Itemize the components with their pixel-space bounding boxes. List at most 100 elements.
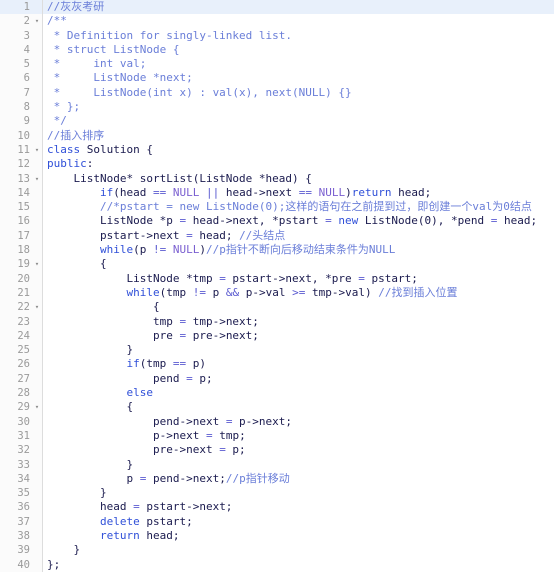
code-text[interactable]: else: [43, 386, 554, 400]
code-line[interactable]: 27 pend = p;: [0, 371, 554, 387]
code-text[interactable]: if(head == NULL || head->next == NULL)re…: [43, 186, 554, 200]
fold-toggle-icon[interactable]: ▾: [33, 14, 41, 28]
code-text[interactable]: ListNode *p = head->next, *pstart = new …: [43, 214, 554, 228]
code-text[interactable]: while(tmp != p && p->val >= tmp->val) //…: [43, 286, 554, 300]
code-text[interactable]: pstart->next = head; //头结点: [43, 229, 554, 243]
line-number: 36: [17, 501, 30, 514]
code-line[interactable]: 34 p = pend->next;//p指针移动: [0, 471, 554, 487]
code-line[interactable]: 28 else: [0, 386, 554, 401]
code-text[interactable]: * };: [43, 100, 554, 114]
code-line[interactable]: 22 ▾ {: [0, 300, 554, 315]
code-line[interactable]: 6 * ListNode *next;: [0, 71, 554, 86]
code-line[interactable]: 20 ListNode *tmp = pstart->next, *pre = …: [0, 271, 554, 286]
code-line[interactable]: 36 head = pstart->next;: [0, 500, 554, 515]
code-line[interactable]: 39 }: [0, 543, 554, 558]
line-number: 10: [17, 129, 30, 142]
token: * int val;: [47, 57, 147, 71]
code-line[interactable]: 2 ▾ /**: [0, 14, 554, 29]
code-text[interactable]: //插入排序: [43, 129, 554, 143]
code-text[interactable]: */: [43, 114, 554, 128]
code-text[interactable]: }: [43, 486, 554, 500]
code-text[interactable]: ListNode* sortList(ListNode *head) {: [43, 172, 554, 186]
code-line[interactable]: 14 if(head == NULL || head->next == NULL…: [0, 185, 554, 201]
code-text[interactable]: pend = p;: [43, 372, 554, 386]
code-text[interactable]: }: [43, 543, 554, 557]
code-line[interactable]: 13 ▾ ListNode* sortList(ListNode *head) {: [0, 171, 554, 186]
token: };: [47, 557, 61, 571]
fold-toggle-icon[interactable]: ▾: [33, 257, 41, 271]
code-line[interactable]: 9 */: [0, 114, 554, 129]
code-text[interactable]: pre->next = p;: [43, 443, 554, 457]
code-text[interactable]: * ListNode(int x) : val(x), next(NULL) {…: [43, 86, 554, 100]
code-text[interactable]: {: [43, 300, 554, 314]
code-text[interactable]: {: [43, 400, 554, 414]
code-line[interactable]: 21 while(tmp != p && p->val >= tmp->val)…: [0, 285, 554, 301]
fold-toggle-icon[interactable]: ▾: [33, 400, 41, 414]
fold-toggle-icon[interactable]: ▾: [33, 143, 41, 157]
code-line[interactable]: 25 }: [0, 343, 554, 358]
code-line[interactable]: 10 //插入排序: [0, 128, 554, 143]
code-text[interactable]: };: [43, 558, 554, 572]
line-number: 38: [17, 529, 30, 542]
code-text[interactable]: * struct ListNode {: [43, 43, 554, 57]
code-text[interactable]: p->next = tmp;: [43, 429, 554, 443]
code-line[interactable]: 37 delete pstart;: [0, 514, 554, 529]
code-text[interactable]: }: [43, 458, 554, 472]
code-line[interactable]: 17 pstart->next = head; //头结点: [0, 228, 554, 244]
code-line[interactable]: 3 * Definition for singly-linked list.: [0, 28, 554, 43]
code-text[interactable]: //*pstart = new ListNode(0);这样的语句在之前提到过，…: [43, 200, 554, 214]
code-editor[interactable]: 1 //灰灰考研 2 ▾/** 3 * Definition for singly-li…: [0, 0, 554, 587]
code-text[interactable]: //灰灰考研: [43, 0, 554, 15]
code-text[interactable]: pre = pre->next;: [43, 329, 554, 343]
code-line[interactable]: 11 ▾ class Solution {: [0, 142, 554, 158]
code-text[interactable]: ListNode *tmp = pstart->next, *pre = pst…: [43, 272, 554, 286]
code-text[interactable]: delete pstart;: [43, 515, 554, 529]
token: * };: [47, 100, 81, 114]
code-line[interactable]: 32 pre->next = p;: [0, 443, 554, 458]
code-text[interactable]: return head;: [43, 529, 554, 543]
code-text[interactable]: /**: [43, 14, 554, 28]
code-line[interactable]: 16 ListNode *p = head->next, *pstart = n…: [0, 214, 554, 229]
code-line[interactable]: 8 * };: [0, 100, 554, 115]
code-line[interactable]: 29 ▾ {: [0, 400, 554, 415]
code-line[interactable]: 23 tmp = tmp->next;: [0, 314, 554, 329]
code-line[interactable]: 19 ▾ {: [0, 257, 554, 272]
token: tmp->next;: [186, 314, 259, 328]
code-text[interactable]: public:: [43, 157, 554, 171]
line-number: 14: [17, 186, 30, 199]
code-text[interactable]: * ListNode *next;: [43, 71, 554, 85]
code-line[interactable]: 7 * ListNode(int x) : val(x), next(NULL)…: [0, 85, 554, 101]
line-number: 21: [17, 286, 30, 299]
code-line[interactable]: 1 //灰灰考研: [0, 0, 554, 15]
fold-toggle-icon[interactable]: ▾: [33, 172, 41, 186]
code-line[interactable]: 31 p->next = tmp;: [0, 428, 554, 444]
code-line[interactable]: 26 if(tmp == p): [0, 357, 554, 372]
code-line[interactable]: 18 while(p != NULL)//p指针不断向后移动结束条件为NULL: [0, 243, 554, 258]
code-line[interactable]: 33 }: [0, 457, 554, 472]
code-line[interactable]: 12 public:: [0, 157, 554, 172]
code-text[interactable]: class Solution {: [43, 143, 554, 157]
code-text[interactable]: head = pstart->next;: [43, 500, 554, 514]
code-line[interactable]: 38 return head;: [0, 528, 554, 544]
code-text[interactable]: tmp = tmp->next;: [43, 315, 554, 329]
code-text[interactable]: p = pend->next;//p指针移动: [43, 472, 554, 486]
code-text[interactable]: * int val;: [43, 57, 554, 71]
code-line[interactable]: 5 * int val;: [0, 57, 554, 72]
code-line[interactable]: 15 //*pstart = new ListNode(0);这样的语句在之前提…: [0, 200, 554, 215]
token: NULL: [172, 243, 200, 257]
code-line[interactable]: 30 pend->next = p->next;: [0, 414, 554, 429]
code-line[interactable]: 35 }: [0, 486, 554, 501]
code-line[interactable]: 40};: [0, 557, 554, 572]
fold-toggle-icon[interactable]: ▾: [33, 300, 41, 314]
code-text[interactable]: if(tmp == p): [43, 357, 554, 371]
code-text[interactable]: }: [43, 343, 554, 357]
code-text[interactable]: pend->next = p->next;: [43, 415, 554, 429]
code-text[interactable]: * Definition for singly-linked list.: [43, 29, 554, 43]
code-line[interactable]: 24 pre = pre->next;: [0, 328, 554, 344]
code-line[interactable]: 4 * struct ListNode {: [0, 42, 554, 58]
code-text[interactable]: while(p != NULL)//p指针不断向后移动结束条件为NULL: [43, 243, 554, 257]
code-lines[interactable]: 1 //灰灰考研 2 ▾/** 3 * Definition for singly-li…: [0, 0, 554, 572]
line-number: 1: [23, 1, 30, 13]
code-text[interactable]: {: [43, 257, 554, 271]
